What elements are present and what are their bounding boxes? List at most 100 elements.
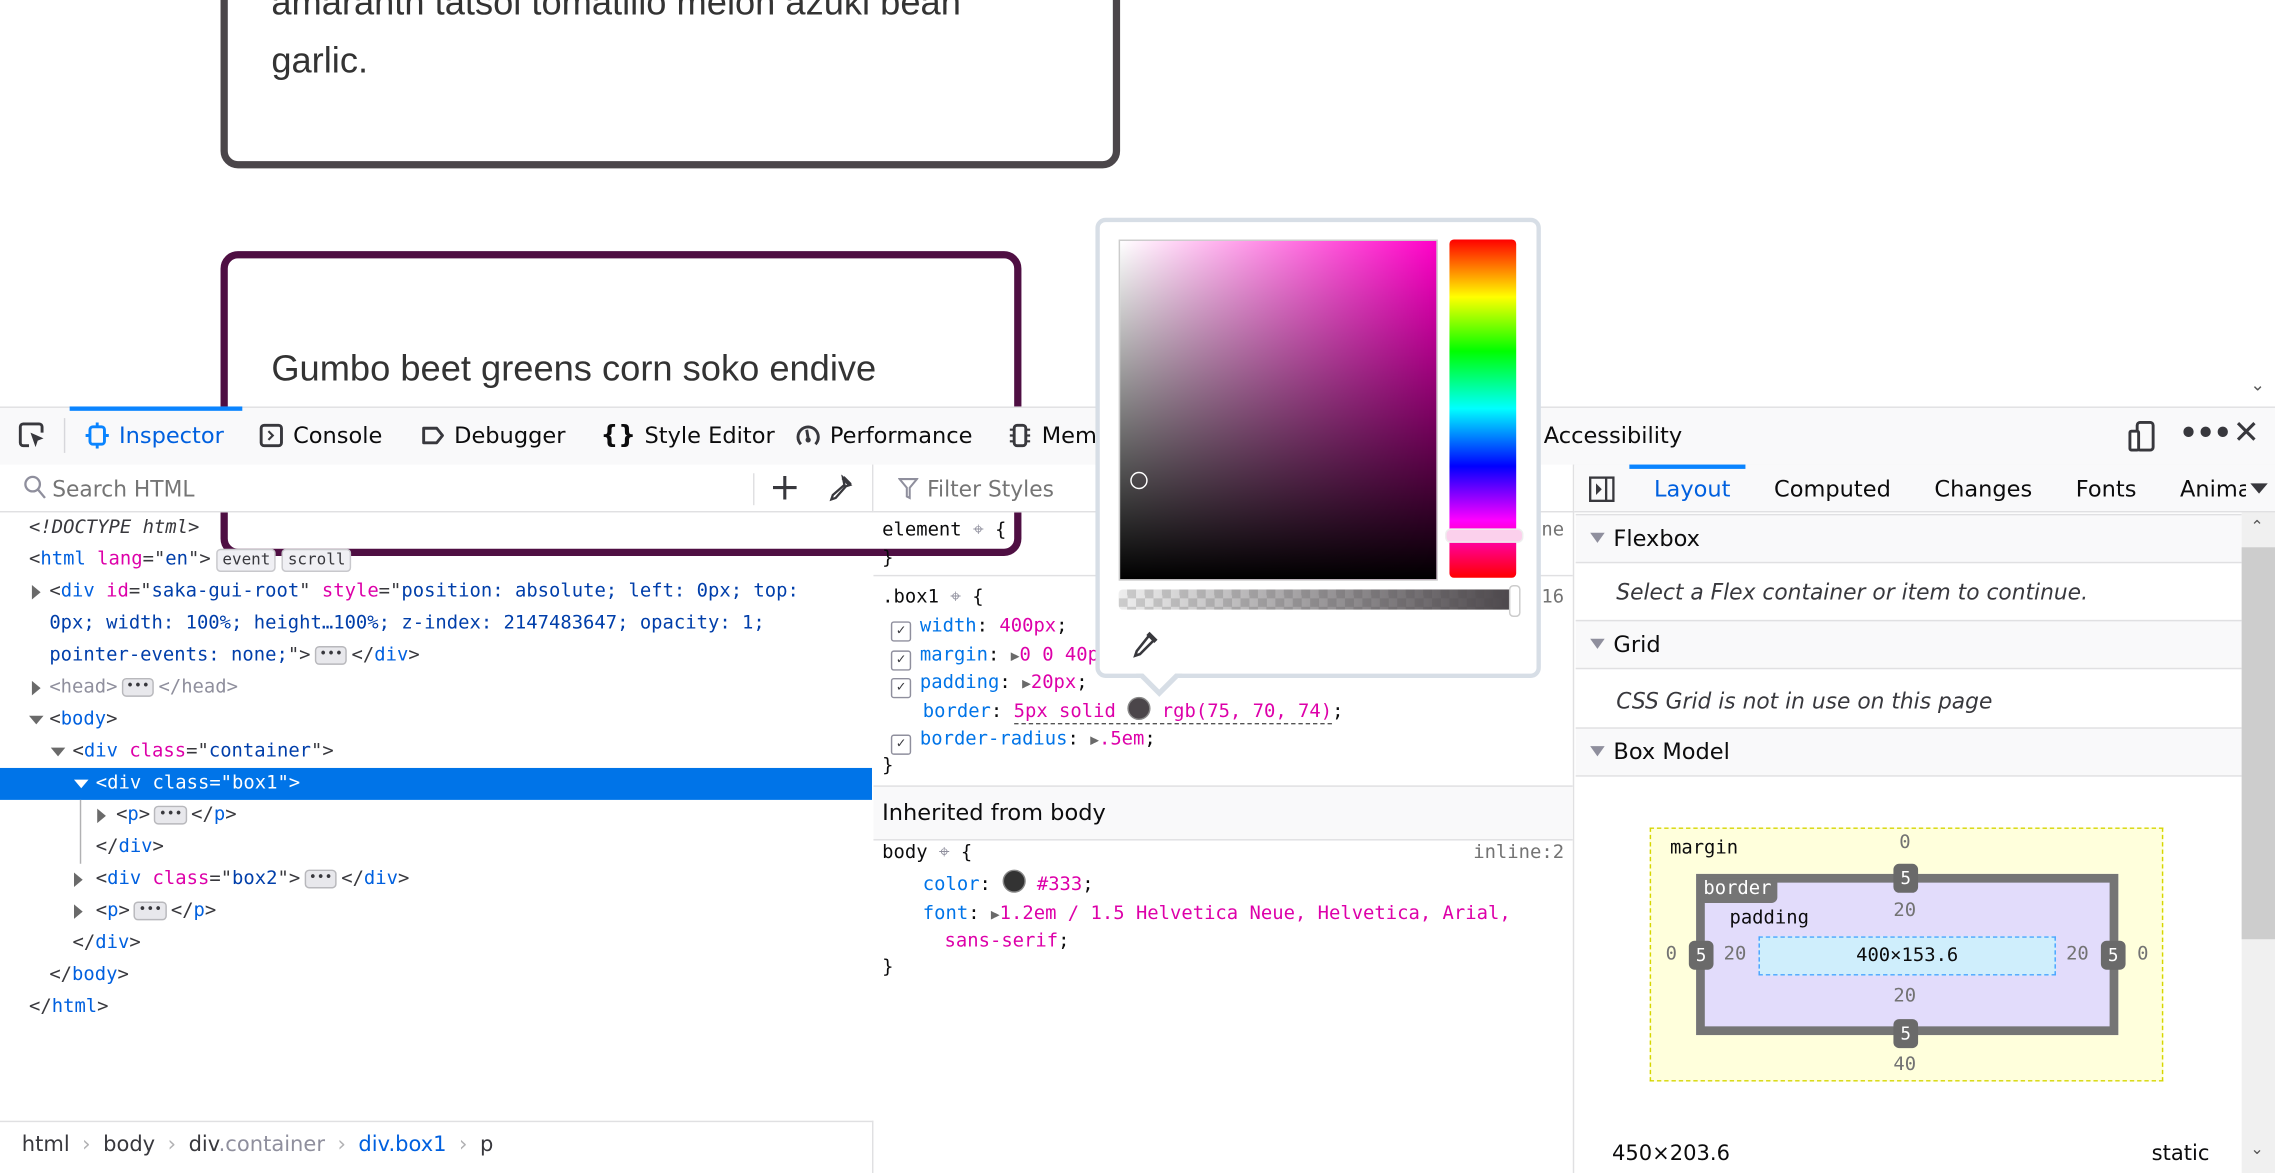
highlight-node-icon[interactable]: ⌖	[973, 520, 984, 542]
box1-text-line2: garlic.	[271, 40, 369, 82]
color-picker-handle[interactable]	[1130, 471, 1148, 490]
markup-node-line[interactable]: <!DOCTYPE html>	[29, 512, 199, 544]
markup-node-line[interactable]: <p> ••• </p>	[96, 896, 217, 928]
expand-twisty-icon[interactable]	[31, 585, 41, 600]
alpha-slider[interactable]	[1118, 589, 1517, 610]
scroll-down-arrow-icon[interactable]: ⌄	[2250, 375, 2265, 395]
markup-node-line[interactable]: </div>	[96, 832, 164, 864]
highlight-node-icon[interactable]: ⌖	[939, 842, 950, 864]
add-node-button[interactable]: +	[769, 465, 801, 511]
border-left[interactable]: 5	[1688, 940, 1714, 970]
hue-slider[interactable]	[1449, 239, 1517, 578]
decl-border-radius[interactable]: ✓ border-radius: ▶.5em;	[890, 724, 1156, 756]
content-box[interactable]: 400×153.6	[1758, 936, 2056, 976]
eyedropper-icon[interactable]	[824, 474, 853, 511]
boxmodel-section-header[interactable]: Box Model	[1575, 727, 2242, 777]
collapse-twisty-icon[interactable]	[50, 747, 66, 757]
highlight-node-icon[interactable]: ⌖	[950, 586, 961, 608]
scroll-up-arrow-icon[interactable]: ⌃	[2250, 517, 2263, 536]
markup-node-line[interactable]: <div class="box1">	[96, 768, 300, 800]
more-options-icon[interactable]: •••	[2179, 415, 2232, 450]
padding-left[interactable]: 20	[1724, 944, 1747, 966]
checkbox[interactable]: ✓	[890, 734, 912, 755]
responsive-design-icon[interactable]	[2127, 420, 2156, 460]
tab-style-editor[interactable]: {} Style Editor	[601, 408, 775, 463]
sidebar-tab-layout[interactable]: Layout	[1631, 476, 1730, 502]
expand-children-button[interactable]: •••	[304, 869, 337, 889]
expand-twisty-icon[interactable]	[73, 872, 83, 887]
scroll-down-arrow-icon[interactable]: ⌄	[2250, 1140, 2263, 1159]
picker-eyedropper-icon[interactable]	[1129, 629, 1161, 668]
alpha-slider-handle[interactable]	[1508, 585, 1521, 617]
sidebar-tab-computed[interactable]: Computed	[1774, 476, 1891, 502]
expand-children-button[interactable]: •••	[154, 805, 187, 825]
close-devtools-icon[interactable]: ✕	[2233, 415, 2260, 451]
sidebar-scrollbar-thumb[interactable]	[2241, 547, 2275, 940]
markup-node-line[interactable]: <html lang="en"> event scroll	[29, 544, 352, 576]
margin-left[interactable]: 0	[1666, 944, 1677, 966]
markup-node-line[interactable]: </div>	[73, 928, 141, 960]
checkbox[interactable]: ✓	[890, 677, 912, 699]
margin-right[interactable]: 0	[2137, 944, 2148, 966]
markup-node-line[interactable]: <div class="box2"> ••• </div>	[96, 864, 410, 896]
grid-section-header[interactable]: Grid	[1575, 619, 2242, 670]
tab-debugger[interactable]: Debugger	[419, 408, 565, 463]
tabs-dropdown-icon[interactable]	[2250, 483, 2268, 494]
color-swatch[interactable]	[1127, 696, 1151, 721]
saturation-brightness-area[interactable]	[1118, 239, 1438, 581]
expand-twisty-icon[interactable]	[97, 808, 106, 824]
breadcrumb-item[interactable]: html	[22, 1134, 70, 1157]
markup-node-line[interactable]: </body>	[49, 960, 129, 992]
breadcrumb-item[interactable]: p	[480, 1134, 493, 1157]
markup-node-line[interactable]: <p> ••• </p>	[116, 800, 237, 832]
decl-padding[interactable]: ✓ padding: ▶20px;	[890, 668, 1088, 700]
node-badge[interactable]: scroll	[282, 548, 352, 572]
border-bottom[interactable]: 5	[1893, 1019, 1919, 1049]
padding-top[interactable]: 20	[1893, 900, 1916, 922]
expand-twisty-icon[interactable]	[31, 680, 41, 696]
tab-performance[interactable]: Performance	[795, 408, 972, 463]
margin-top[interactable]: 0	[1899, 832, 1910, 854]
collapse-twisty-icon[interactable]	[29, 715, 44, 725]
code-token: <	[49, 708, 61, 731]
element-picker-icon[interactable]	[17, 421, 46, 450]
hue-slider-handle[interactable]	[1445, 528, 1524, 543]
code-token: >	[398, 868, 410, 890]
padding-right[interactable]: 20	[2066, 944, 2089, 966]
sidebar-tab-fonts[interactable]: Fonts	[2076, 476, 2137, 502]
markup-node-line[interactable]: <div class="container">	[73, 736, 334, 768]
breadcrumb-item[interactable]: div.container	[189, 1134, 325, 1157]
expand-children-button[interactable]: •••	[314, 646, 348, 665]
breadcrumb-item[interactable]: body	[103, 1134, 155, 1157]
breadcrumb-item[interactable]: div.box1	[358, 1134, 446, 1157]
decl-color[interactable]: color: #333;	[923, 869, 1094, 902]
border-top[interactable]: 5	[1893, 863, 1919, 893]
expand-children-button[interactable]: •••	[121, 677, 155, 697]
expand-twisty-icon[interactable]	[73, 904, 83, 919]
sidebar-tab-animations[interactable]: Animations	[2180, 476, 2246, 502]
margin-bottom[interactable]: 40	[1893, 1054, 1916, 1076]
markup-node-line[interactable]: <body>	[49, 704, 117, 736]
color-swatch[interactable]	[1002, 869, 1026, 893]
decl-width[interactable]: ✓ width: 400px;	[890, 611, 1068, 643]
search-html-input[interactable]	[49, 470, 738, 509]
checkbox[interactable]: ✓	[890, 621, 912, 642]
tab-inspector[interactable]: Inspector	[84, 408, 224, 463]
markup-node-line[interactable]: <div id="saka-gui-root" style="position:…	[49, 576, 799, 608]
collapse-twisty-icon[interactable]	[73, 779, 89, 789]
border-right[interactable]: 5	[2100, 940, 2126, 970]
sidebar-tab-changes[interactable]: Changes	[1934, 476, 2032, 502]
tab-console[interactable]: Console	[258, 408, 382, 463]
page-scrollbar[interactable]	[2245, 0, 2275, 407]
rule-source[interactable]: inline:2	[1473, 838, 1564, 870]
toggle-sidebar-icon[interactable]	[1589, 476, 1615, 509]
padding-bottom[interactable]: 20	[1893, 986, 1916, 1008]
markup-node-line[interactable]: </html>	[29, 992, 109, 1024]
flexbox-section-header[interactable]: Flexbox	[1575, 513, 2242, 564]
markup-node-line[interactable]: 0px; width: 100%; height…100%; z-index: …	[49, 608, 764, 640]
markup-node-line[interactable]: <head> ••• </head>	[49, 672, 238, 704]
markup-node-line[interactable]: pointer-events: none;"> ••• </div>	[49, 640, 419, 672]
expand-children-button[interactable]: •••	[134, 901, 167, 921]
node-badge[interactable]: event	[216, 548, 277, 572]
